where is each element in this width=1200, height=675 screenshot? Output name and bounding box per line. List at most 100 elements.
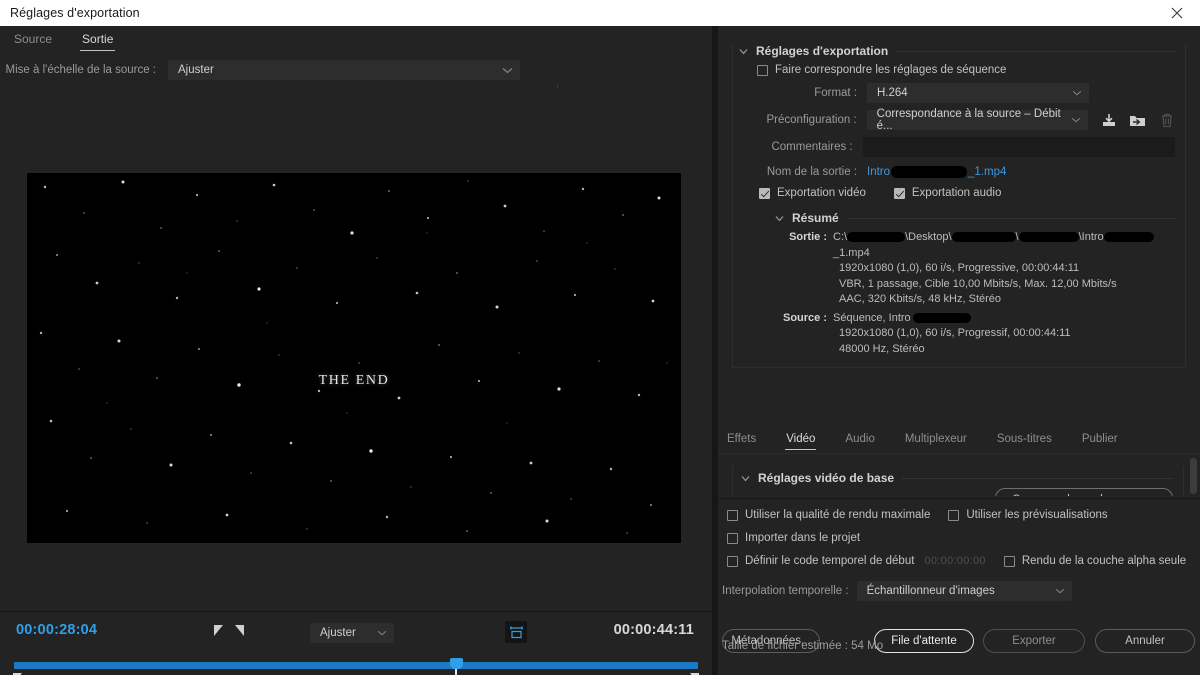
mark-in-icon[interactable] [214,625,223,636]
use-previews-checkbox[interactable]: Utiliser les prévisualisations [948,509,1108,521]
preset-label: Préconfiguration : [766,114,857,126]
checkbox-icon[interactable] [1003,555,1015,567]
summary-source-line: 1920x1080 (1,0), 60 i/s, Progressif, 00:… [839,327,1071,340]
scrubber-track[interactable] [14,658,698,675]
checkbox-icon[interactable] [727,532,738,544]
total-timecode[interactable]: 00:00:44:11 [614,622,694,638]
settings-scrollbar[interactable] [1190,458,1197,494]
preset-row: Préconfiguration : Correspondance à la s… [745,108,1175,132]
chevron-down-icon [377,630,387,636]
chevron-down-icon[interactable] [741,474,750,483]
render-options-row: Utiliser la qualité de rendu maximale Ut… [727,509,1108,521]
source-scaling-label: Mise à l'échelle de la source : [5,64,157,76]
save-preset-icon[interactable] [1100,112,1117,129]
export-settings-dialog: Réglages d'exportation Source Sortie Mis… [0,0,1200,675]
comments-row: Commentaires : [745,137,1175,157]
preview-tabs: Source Sortie [0,26,712,52]
tab-multiplexeur[interactable]: Multiplexeur [902,429,970,451]
export-settings-header[interactable]: Réglages d'exportation [733,44,1185,58]
export-video-checkbox[interactable]: Exportation vidéo [759,187,866,199]
time-interpolation-row: Interpolation temporelle : Échantillonne… [722,581,1072,601]
start-timecode-value[interactable]: 00:00:00:00 [924,555,985,567]
window-title: Réglages d'exportation [10,6,140,20]
set-start-timecode-checkbox[interactable]: Définir le code temporel de début [727,555,914,567]
summary-title: Résumé [792,211,839,226]
format-row: Format : H.264 [745,83,1175,103]
summary-source-name: Séquence, Intro [833,311,971,327]
max-render-quality-label: Utiliser la qualité de rendu maximale [745,509,931,521]
import-into-project-label: Importer dans le projet [745,532,861,544]
checkbox-icon[interactable] [893,187,905,199]
video-overlay-text: THE END [318,373,390,388]
delete-preset-icon [1158,112,1175,129]
header-rule [846,217,1175,219]
max-render-quality-checkbox[interactable]: Utiliser la qualité de rendu maximale [727,509,930,521]
preset-value: Correspondance à la source – Débit é... [876,108,1061,132]
summary-body: Sortie : C:\ \Desktop\ \ \Intro_1.mp4 1920x… [775,230,1175,357]
playhead-handle[interactable] [448,658,464,675]
preview-zoom-dropdown[interactable]: Ajuster [310,623,394,643]
summary-header[interactable]: Résumé [775,211,1175,225]
tab-publier[interactable]: Publier [1079,429,1121,451]
import-preset-icon[interactable] [1129,112,1146,129]
chevron-down-icon [1072,90,1082,96]
header-rule [896,50,1175,52]
video-basic-header[interactable]: Réglages vidéo de base [741,471,1173,485]
time-interpolation-value: Échantillonneur d'images [866,585,995,597]
tab-effets[interactable]: Effets [724,429,759,451]
output-name-suffix: _1.mp4 [968,166,1007,179]
checkbox-icon[interactable] [757,64,768,76]
chevron-down-icon [1055,588,1065,594]
format-label: Format : [814,87,857,99]
source-range-icon[interactable] [505,621,527,643]
tab-sous-titres[interactable]: Sous-titres [994,429,1055,451]
checkbox-icon[interactable] [948,509,960,521]
chevron-down-icon[interactable] [775,214,784,223]
video-frame[interactable]: THE END [27,173,681,543]
output-name-link[interactable]: Intro _1.mp4 [867,166,1006,178]
checkbox-icon[interactable] [759,187,770,199]
tab-source[interactable]: Source [12,28,54,51]
summary-output-line: AAC, 320 Kbits/s, 48 kHz, Stéréo [839,293,1002,306]
chevron-down-icon[interactable] [739,47,748,56]
preview-zoom-value: Ajuster [320,627,356,639]
tab-video[interactable]: Vidéo [783,429,818,451]
timecode-alpha-row: Définir le code temporel de début 00:00:… [727,555,1186,567]
chevron-down-icon [1071,117,1081,123]
alpha-only-checkbox[interactable]: Rendu de la couche alpha seule [1003,555,1186,567]
settings-tabs: Effets Vidéo Audio Multiplexeur Sous-tit… [718,426,1200,454]
summary-source-row: Source : Séquence, Intro [775,311,1175,327]
current-timecode[interactable]: 00:00:28:04 [16,622,97,638]
import-into-project-checkbox[interactable]: Importer dans le projet [727,532,860,544]
summary-source-line: 48000 Hz, Stéréo [839,342,925,355]
source-scaling-row: Mise à l'échelle de la source : Ajuster [0,56,712,84]
checkbox-icon[interactable] [727,509,738,521]
checkbox-icon[interactable] [727,555,738,567]
format-value: H.264 [877,87,908,99]
preset-dropdown[interactable]: Correspondance à la source – Débit é... [866,108,1088,132]
cancel-button[interactable]: Annuler [1095,629,1195,653]
source-scaling-dropdown[interactable]: Ajuster [168,60,520,80]
video-basic-title: Réglages vidéo de base [758,471,895,485]
summary-output-path: C:\ \Desktop\ \ \Intro_1.mp4 [833,230,1175,261]
summary-output-line: VBR, 1 passage, Cible 10,00 Mbits/s, Max… [839,277,1117,290]
close-icon[interactable] [1154,0,1200,26]
summary-output-line: 1920x1080 (1,0), 60 i/s, Progressive, 00… [839,262,1080,275]
mark-out-icon[interactable] [235,625,244,636]
queue-button[interactable]: File d'attente [874,629,974,653]
export-settings-section: Réglages d'exportation Faire correspondr… [732,44,1186,369]
comments-label: Commentaires : [771,141,853,153]
match-sequence-label: Faire correspondre les réglages de séque… [775,64,1007,76]
format-dropdown[interactable]: H.264 [867,83,1089,103]
tab-audio[interactable]: Audio [842,429,877,451]
match-sequence-checkbox[interactable]: Faire correspondre les réglages de séque… [757,64,1006,76]
summary-output-row: Sortie : C:\ \Desktop\ \ \Intro_1.mp4 [775,230,1175,261]
match-source-button[interactable]: Correspondance des sources [995,488,1173,496]
summary-output-key: Sortie : [789,231,827,244]
export-audio-checkbox[interactable]: Exportation audio [893,187,1001,199]
comments-input[interactable] [862,137,1175,157]
scrubber[interactable] [0,654,712,675]
export-button[interactable]: Exporter [983,629,1085,653]
tab-sortie[interactable]: Sortie [80,28,116,51]
time-interpolation-dropdown[interactable]: Échantillonneur d'images [856,581,1072,601]
